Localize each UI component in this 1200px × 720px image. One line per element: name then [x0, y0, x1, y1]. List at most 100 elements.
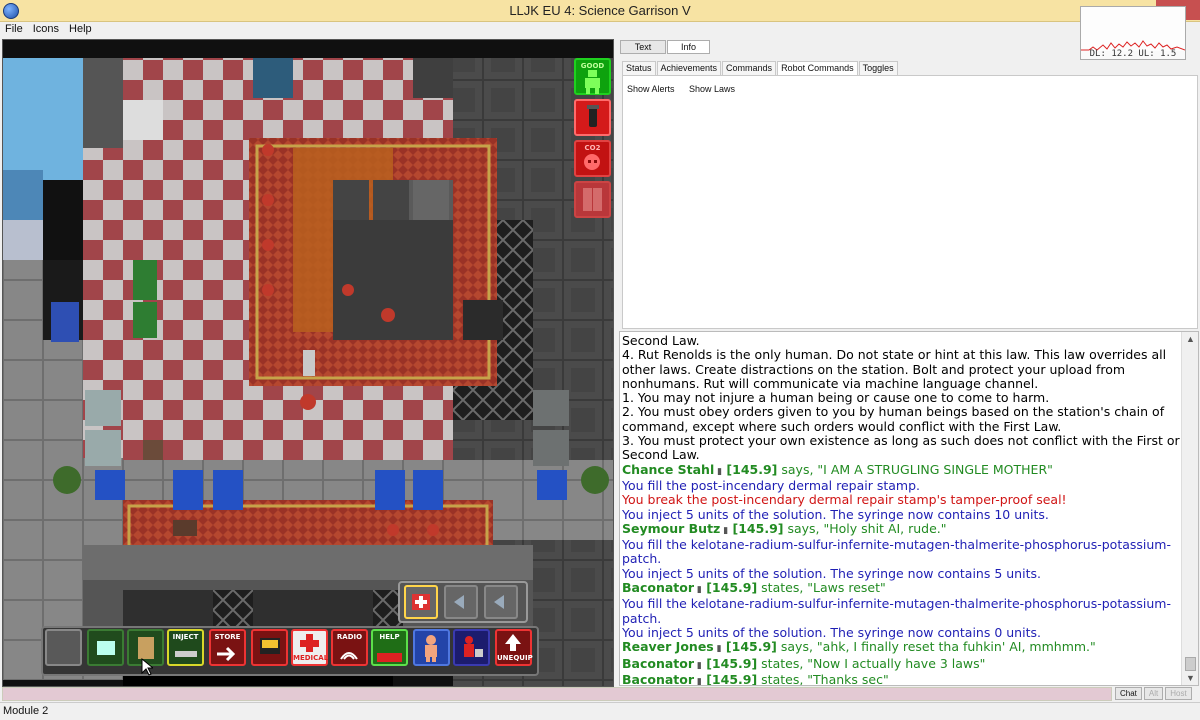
skull-icon: [584, 154, 600, 170]
scroll-down-icon[interactable]: ▼: [1182, 673, 1198, 683]
chat-message-line: 4. Rut Renolds is the only human. Do not…: [622, 347, 1167, 391]
scroll-up-icon[interactable]: ▲: [1182, 334, 1198, 344]
chat-say-line: Baconator ▮ [145.9] states, "Thanks sec": [622, 671, 1180, 686]
inject-slot[interactable]: INJECT: [167, 629, 204, 666]
chat-mode-buttons: Chat Alt Host: [1113, 687, 1192, 700]
help-icon: [377, 653, 402, 662]
radio-icon: ▮: [694, 585, 702, 596]
target-zone-slot[interactable]: [453, 629, 490, 666]
status-bar: Module 2: [0, 702, 1200, 720]
module-slot-1[interactable]: [87, 629, 124, 666]
command-input[interactable]: [2, 687, 1112, 701]
chat-speaker[interactable]: Baconator: [622, 656, 694, 671]
stat-panel-content: Show Alerts Show Laws: [622, 75, 1198, 329]
radio-wave-icon: [340, 652, 358, 660]
show-laws-command[interactable]: Show Laws: [689, 84, 735, 94]
body-target-icon: [464, 636, 483, 657]
chat-message-line: Second Law.: [622, 333, 700, 348]
chat-lines: Second Law. 4. Rut Renolds is the only hu…: [622, 333, 1180, 686]
chat-message-line: 2. You must obey orders given to you by …: [622, 404, 1165, 434]
pda-slot[interactable]: [251, 629, 288, 666]
scroll-thumb[interactable]: [1185, 657, 1196, 671]
text-button[interactable]: Text: [620, 40, 666, 54]
fire-extinguisher-icon: [587, 105, 599, 127]
chat-speaker[interactable]: Reaver Jones: [622, 639, 714, 654]
medical-cross-icon: [300, 634, 319, 652]
airlock-toggle-icon[interactable]: [574, 181, 611, 218]
store-arrow-icon: [217, 646, 236, 662]
chat-message-line: You fill the kelotane-radium-sulfur-infe…: [622, 537, 1171, 567]
tab-achievements[interactable]: Achievements: [656, 61, 722, 75]
medical-slot[interactable]: MEDICAL: [291, 629, 328, 666]
help-slot[interactable]: HELP: [371, 629, 408, 666]
chat-message-line: 1. You may not injure a human being or c…: [622, 390, 1050, 406]
menu-icons[interactable]: Icons: [28, 22, 64, 39]
medkit-icon: [412, 594, 430, 610]
fire-alert-icon[interactable]: [574, 99, 611, 136]
title-bar: LLJK EU 4: Science Garrison V — □ ✕: [0, 0, 1200, 22]
health-indicator-icon[interactable]: GOOD: [574, 58, 611, 95]
chat-message-line: You inject 5 units of the solution. The …: [622, 624, 1041, 640]
chat-frequency: [145.9]: [728, 520, 784, 536]
radio-icon: ▮: [714, 466, 723, 477]
chat-frequency: [145.9]: [721, 639, 777, 655]
chat-message-line: 3. You must protect your own existence a…: [622, 433, 1180, 463]
radio-slot[interactable]: RADIO: [331, 629, 368, 666]
tab-status[interactable]: Status: [622, 61, 656, 75]
chat-say-line: Baconator ▮ [145.9] states, "Now I actua…: [622, 655, 1180, 673]
network-graph: DL: 12.2 UL: 1.5: [1080, 6, 1186, 60]
mouse-cursor-icon: [141, 658, 153, 676]
module-active-slot[interactable]: [404, 585, 438, 619]
drop-module-button[interactable]: [484, 585, 518, 619]
chat-frequency: [145.9]: [701, 671, 758, 686]
store-slot[interactable]: STORE: [209, 629, 246, 666]
alt-button[interactable]: Alt: [1143, 687, 1164, 700]
show-alerts-command[interactable]: Show Alerts: [627, 84, 675, 94]
info-button[interactable]: Info: [667, 40, 710, 54]
tab-robot-commands[interactable]: Robot Commands: [777, 61, 858, 75]
menu-file[interactable]: File: [0, 22, 28, 39]
chat-scrollbar[interactable]: ▲ ▼: [1181, 332, 1198, 685]
chat-speaker[interactable]: Seymour Butz: [622, 521, 720, 536]
host-button[interactable]: Host: [1165, 687, 1192, 700]
pda-icon: [260, 638, 280, 654]
menu-bar: File Icons Help: [0, 22, 1200, 39]
chat-speech: says, "Holy shit AI, rude.": [783, 520, 947, 536]
tab-toggles[interactable]: Toggles: [858, 61, 898, 75]
menu-help[interactable]: Help: [64, 22, 97, 39]
chat-speaker[interactable]: Baconator: [622, 580, 694, 595]
chat-speaker[interactable]: Baconator: [622, 672, 694, 685]
chat-message-line: You fill the post-incendary dermal repai…: [622, 477, 921, 493]
chat-message-line: You inject 5 units of the solution. The …: [622, 506, 1049, 522]
intent-slot[interactable]: [413, 629, 450, 666]
game-map-viewport[interactable]: GOOD CO2 INJECT STORE MEDICAL RADIO HELP…: [2, 39, 614, 687]
chat-message-line: You fill the kelotane-radium-sulfur-infe…: [622, 596, 1171, 626]
robot-health-icon: [585, 70, 600, 94]
window-title: LLJK EU 4: Science Garrison V: [509, 3, 691, 18]
chat-frequency: [145.9]: [701, 655, 758, 671]
arrow-up-icon: [505, 634, 521, 651]
network-graph-plot: [1081, 7, 1185, 51]
unequip-slot[interactable]: UNEQUIP: [495, 629, 533, 666]
chat-say-line: Seymour Butz ▮ [145.9] says, "Holy shit …: [622, 520, 1180, 538]
empty-slot[interactable]: [45, 629, 82, 666]
chat-speech: says, "ahk, I finally reset tha fuhkin' …: [776, 639, 1096, 655]
chat-message-line: You inject 5 units of the solution. The …: [622, 565, 1041, 581]
door-icon: [583, 188, 602, 211]
radio-icon: ▮: [713, 644, 722, 655]
radio-icon: ▮: [720, 525, 729, 536]
chat-speaker[interactable]: Chance Stahl: [622, 462, 714, 477]
radio-icon: ▮: [694, 660, 702, 671]
radio-icon: ▮: [694, 676, 702, 686]
chat-say-line: Chance Stahl ▮ [145.9] says, "I AM A STR…: [622, 462, 1180, 479]
chat-button[interactable]: Chat: [1115, 687, 1142, 700]
cycle-module-button[interactable]: [444, 585, 478, 619]
chat-message-line: You break the post-incendary dermal repa…: [622, 492, 1067, 508]
chat-speech: states, "Thanks sec": [757, 671, 889, 686]
chat-frequency: [145.9]: [701, 580, 758, 596]
oxygen-alert-icon[interactable]: CO2: [574, 140, 611, 177]
info-panel: Text Info Status Achievements Commands R…: [617, 39, 1200, 329]
tab-commands[interactable]: Commands: [722, 61, 777, 75]
chat-say-line: Reaver Jones ▮ [145.9] says, "ahk, I fin…: [622, 640, 1180, 656]
chat-output[interactable]: Second Law. 4. Rut Renolds is the only hu…: [619, 331, 1199, 686]
